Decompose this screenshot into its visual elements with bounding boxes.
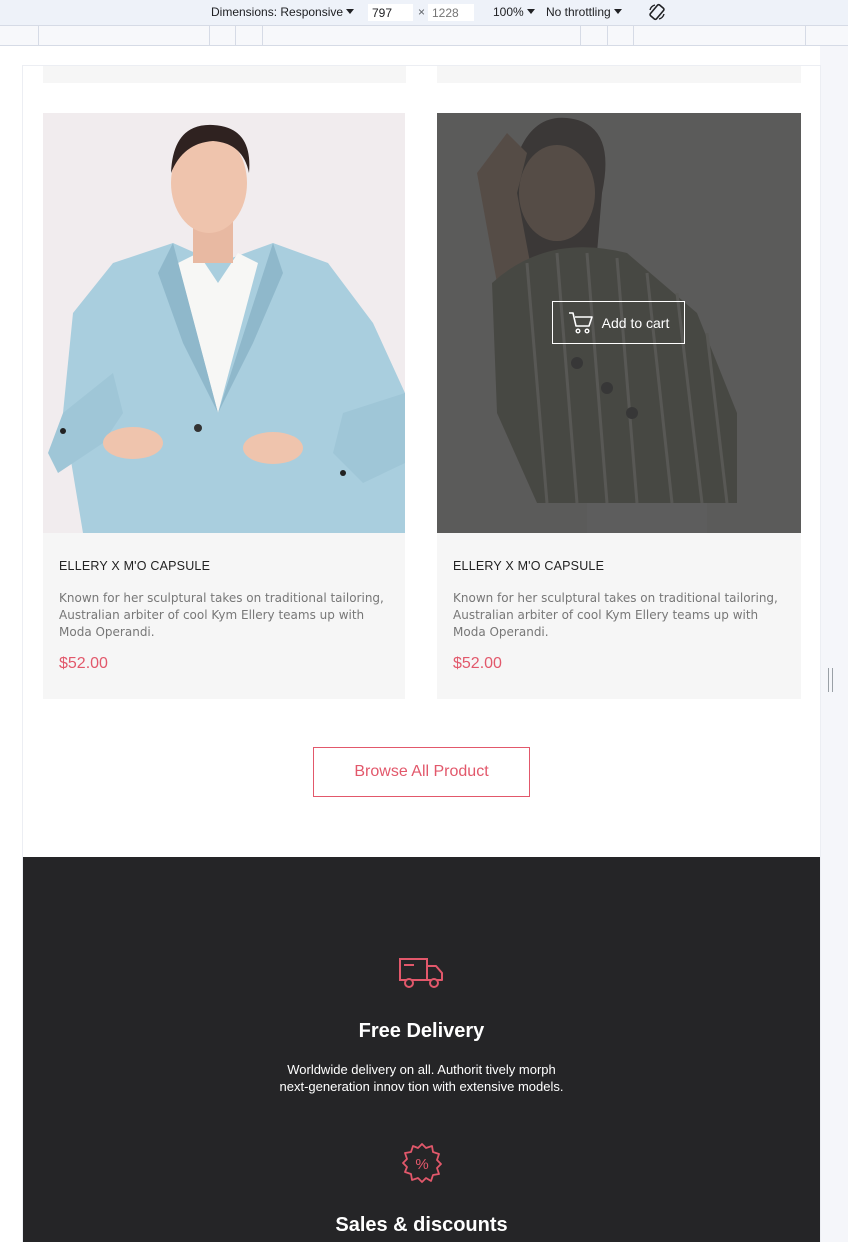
throttling-dropdown[interactable]: No throttling [546, 0, 622, 25]
ruler-tick[interactable] [209, 26, 210, 45]
ruler-tick[interactable] [633, 26, 634, 45]
product-price: $52.00 [453, 655, 502, 672]
product-title[interactable]: ELLERY X M'O CAPSULE [453, 559, 604, 573]
ruler-tick[interactable] [580, 26, 581, 45]
dimensions-dropdown[interactable]: Dimensions: Responsive [211, 0, 355, 25]
ruler-tick[interactable] [607, 26, 608, 45]
chevron-down-icon [526, 9, 535, 14]
product-price: $52.00 [59, 655, 108, 672]
throttling-label: No throttling [546, 5, 611, 19]
product-title[interactable]: ELLERY X M'O CAPSULE [59, 559, 210, 573]
resize-handle[interactable] [828, 668, 833, 692]
zoom-dropdown[interactable]: 100% [493, 0, 535, 25]
feature-title: Sales & discounts [335, 1214, 508, 1236]
browse-all-product-button[interactable]: Browse All Product [313, 747, 530, 797]
product-card[interactable]: Add to cart ELLERY X M'O CAPSULE Known f… [437, 113, 801, 699]
ruler-tick[interactable] [38, 26, 39, 45]
previous-card-bottom [43, 66, 406, 83]
product-image[interactable] [43, 113, 405, 533]
chevron-down-icon [613, 9, 622, 14]
discount-symbol: % [415, 1156, 428, 1173]
browse-label: Browse All Product [354, 763, 489, 780]
product-description: Known for her sculptural takes on tradit… [59, 591, 384, 639]
add-to-cart-button[interactable]: Add to cart [552, 301, 685, 344]
features-section: Free Delivery Worldwide delivery on all.… [23, 857, 820, 1242]
viewport-gutter [820, 46, 848, 1242]
discount-badge-icon: % [401, 1142, 443, 1189]
media-query-ruler [0, 26, 848, 46]
devtools-device-toolbar: Dimensions: Responsive × 100% No throttl… [0, 0, 848, 26]
feature-text-line: next-generation innov tion with extensiv… [279, 1079, 564, 1094]
dimensions-label: Dimensions: Responsive [211, 5, 344, 19]
page-viewport: ELLERY X M'O CAPSULE Known for her sculp… [23, 66, 820, 1242]
product-description: Known for her sculptural takes on tradit… [453, 591, 778, 639]
ruler-tick[interactable] [235, 26, 236, 45]
cart-icon [568, 311, 593, 334]
height-input[interactable] [428, 4, 474, 21]
previous-card-bottom [437, 66, 801, 83]
times-separator: × [418, 5, 426, 19]
ruler-tick[interactable] [805, 26, 806, 45]
truck-icon [398, 955, 446, 996]
chevron-down-icon [346, 9, 355, 14]
zoom-label: 100% [493, 5, 524, 19]
feature-text-line: Worldwide delivery on all. Authorit tive… [287, 1062, 556, 1077]
add-to-cart-label: Add to cart [601, 314, 670, 331]
product-card[interactable]: ELLERY X M'O CAPSULE Known for her sculp… [43, 113, 405, 699]
width-input[interactable] [368, 4, 413, 21]
feature-title: Free Delivery [358, 1020, 485, 1042]
rotate-icon[interactable] [647, 2, 667, 27]
product-hover-overlay: Add to cart [437, 113, 801, 533]
ruler-tick[interactable] [262, 26, 263, 45]
